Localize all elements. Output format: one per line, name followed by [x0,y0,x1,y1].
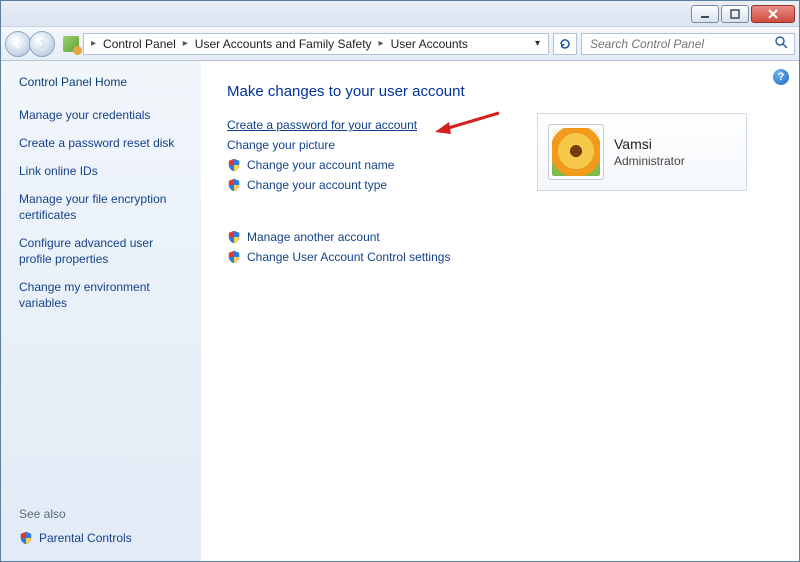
forward-button[interactable] [29,31,55,57]
nav-buttons [5,31,55,57]
sidebar: Control Panel Home Manage your credentia… [1,61,201,561]
search-input[interactable] [588,36,758,52]
account-name: Vamsi [614,136,685,152]
account-role: Administrator [614,154,685,168]
parental-controls-label: Parental Controls [39,531,132,545]
task-change-uac-settings[interactable]: Change User Account Control settings [227,250,781,264]
main-content: ? Make changes to your user account Crea… [201,61,799,561]
user-accounts-window: ▸ Control Panel ▸ User Accounts and Fami… [0,0,800,562]
search-box[interactable] [581,33,795,55]
task-manage-another-account[interactable]: Manage another account [227,230,781,244]
shield-icon [227,158,241,172]
task-link-label[interactable]: Change User Account Control settings [247,250,450,264]
forward-arrow-icon [36,38,48,50]
task-link-label[interactable]: Change your account type [247,178,387,192]
chevron-right-icon: ▸ [180,38,191,49]
shield-icon [227,178,241,192]
page-heading: Make changes to your user account [227,83,781,100]
account-card: Vamsi Administrator [537,113,747,191]
sidebar-link-online-ids[interactable]: Link online IDs [19,163,189,179]
sidebar-link-profile-properties[interactable]: Configure advanced user profile properti… [19,235,189,267]
control-panel-icon [63,36,79,52]
breadcrumb-seg-1[interactable]: Control Panel [101,37,178,51]
close-button[interactable] [751,5,795,23]
back-button[interactable] [5,31,31,57]
breadcrumb-seg-2[interactable]: User Accounts and Family Safety [193,37,374,51]
back-arrow-icon [12,38,24,50]
toolbar: ▸ Control Panel ▸ User Accounts and Fami… [1,27,799,61]
shield-icon [19,531,33,545]
parental-controls-link[interactable]: Parental Controls [19,531,189,545]
task-link-label[interactable]: Manage another account [247,230,380,244]
breadcrumb[interactable]: ▸ Control Panel ▸ User Accounts and Fami… [83,33,549,55]
task-link-label[interactable]: Change your account name [247,158,394,172]
sidebar-link-env-vars[interactable]: Change my environment variables [19,279,189,311]
search-icon[interactable] [774,35,788,52]
help-icon[interactable]: ? [773,69,789,85]
body: Control Panel Home Manage your credentia… [1,61,799,561]
shield-icon [227,250,241,264]
chevron-right-icon: ▸ [376,38,387,49]
avatar[interactable] [548,124,604,180]
sidebar-link-password-reset-disk[interactable]: Create a password reset disk [19,135,189,151]
task-link-label[interactable]: Change your picture [227,138,335,152]
breadcrumb-dropdown-icon[interactable]: ▾ [531,38,544,49]
avatar-image [552,128,600,176]
titlebar [1,1,799,27]
account-text: Vamsi Administrator [614,136,685,168]
refresh-icon [558,37,572,51]
control-panel-home-link[interactable]: Control Panel Home [19,75,189,89]
close-icon [767,9,779,19]
sidebar-link-credentials[interactable]: Manage your credentials [19,107,189,123]
task-link-label[interactable]: Create a password for your account [227,118,417,132]
minimize-button[interactable] [691,5,719,23]
sidebar-link-encryption-certs[interactable]: Manage your file encryption certificates [19,191,189,223]
maximize-icon [730,9,740,19]
shield-icon [227,230,241,244]
breadcrumb-seg-3[interactable]: User Accounts [389,37,470,51]
see-also-heading: See also [19,507,189,521]
minimize-icon [700,9,710,19]
chevron-right-icon: ▸ [88,38,99,49]
maximize-button[interactable] [721,5,749,23]
refresh-button[interactable] [553,33,577,55]
